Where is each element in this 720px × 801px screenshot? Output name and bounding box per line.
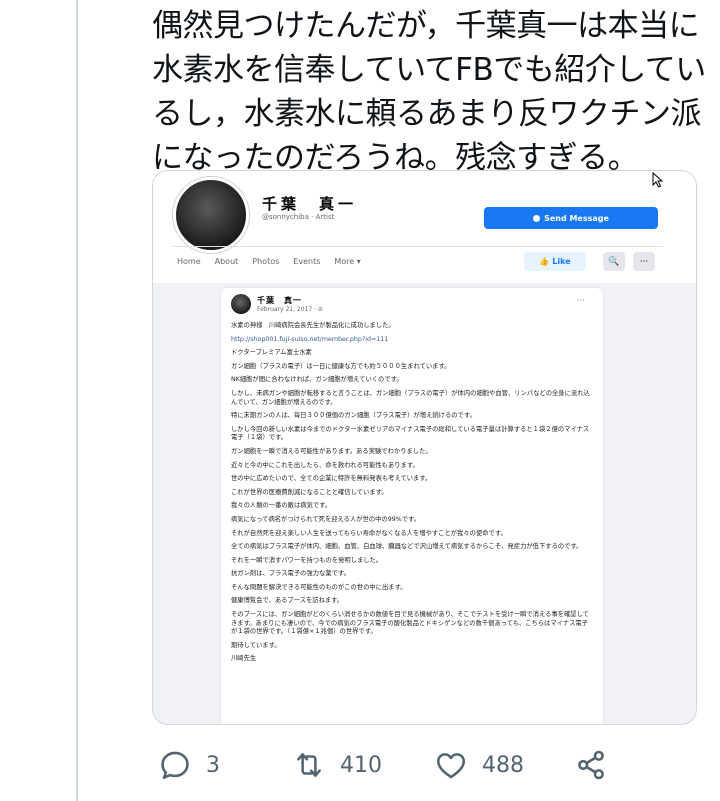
fb-page-nav: Home About Photos Events More ▾	[177, 257, 361, 266]
fb-search-button: 🔍	[603, 252, 625, 271]
post-paragraph: これが世界の医療費削減になることと確信しています。	[231, 488, 388, 496]
post-paragraph: ドクタープレミアム富士水素	[231, 349, 312, 357]
send-message-label: Send Message	[544, 213, 609, 223]
mouse-cursor-icon	[652, 172, 664, 188]
search-icon: 🔍	[608, 256, 620, 267]
thread-line	[76, 0, 78, 801]
post-paragraph: ガン細胞を一瞬で消える可能性があります。ある実験でわかりました。	[231, 447, 432, 455]
send-message-button: Send Message	[484, 207, 658, 229]
fb-like-label: Like	[552, 257, 571, 266]
share-button[interactable]	[574, 740, 608, 790]
fb-nav-events: Events	[293, 257, 321, 266]
post-more-icon: ···	[577, 296, 585, 305]
fb-post: 千葉 真一 February 21, 2017 · ⊘ ··· 水素の神様 川崎…	[221, 288, 603, 724]
post-paragraph: 水素の神様 川崎病院会長先生が製品化に成功しました。	[231, 322, 395, 329]
fb-like-button: 👍 Like	[524, 252, 586, 271]
post-author-avatar	[231, 294, 251, 314]
more-dots-icon: ···	[639, 256, 649, 267]
post-paragraph: 全ての病気はプラス電子が体内、細胞、血管、白血球、臓器などで沢山増えて病気するか…	[231, 543, 583, 551]
post-paragraph: NK細胞が間に合わなければ、ガン細胞が増えていくのです。	[231, 376, 403, 384]
fb-nav-about: About	[214, 257, 239, 266]
post-paragraph: 健康博覧会で、あるブースを訪ねます。	[231, 597, 344, 605]
retweet-icon	[297, 753, 321, 777]
post-paragraph: ガン細胞（プラスの電子）は一日に健康な方でも約５０００生まれています。	[231, 362, 451, 370]
post-paragraph: 期待しています。	[231, 641, 281, 649]
fb-page-header: 千葉 真一 @sonnychiba · Artist Send Message …	[153, 171, 696, 283]
share-icon	[578, 750, 604, 780]
reply-button[interactable]: 3	[158, 740, 220, 790]
post-paragraph: しかし、未病ガンや細胞が転移すると言うことは、ガン細胞（プラスの電子）が体内の細…	[231, 389, 590, 406]
reply-icon	[161, 751, 189, 780]
retweet-count: 410	[340, 752, 382, 778]
post-author-name: 千葉 真一	[257, 296, 302, 305]
post-paragraph: そんな問題を解決できる可能性のものがこの世の中に出ます。	[231, 583, 407, 591]
retweet-button[interactable]: 410	[292, 740, 382, 790]
fb-page-subtitle: @sonnychiba · Artist	[262, 213, 335, 221]
post-paragraph: 病気になって病名がつけられて死を迎える人が世の中の99%です。	[231, 515, 420, 523]
reply-count: 3	[206, 752, 220, 778]
post-body: 水素の神様 川崎病院会長先生が製品化に成功しました。 http://shop00…	[231, 322, 591, 669]
tweet-text: 偶然見つけたんだが，千葉真一は本当に 水素水を信奉していてFBでも紹介してい る…	[152, 8, 706, 176]
post-paragraph: 我々の人類の一番の敵は病気です。	[231, 502, 332, 510]
post-paragraph: そのブースには、ガン細胞がどのくらい消せるかの数値を目で見る機械があり、そこでテ…	[231, 611, 589, 636]
post-paragraph: 近々と今の中にこれを出したら、命を救われる可能性もあります。	[231, 461, 419, 469]
post-paragraph: 川崎先生	[231, 655, 257, 663]
fb-more-button: ···	[633, 252, 655, 271]
fb-nav-home: Home	[177, 257, 201, 266]
like-count: 488	[482, 752, 524, 778]
thumbs-up-icon: 👍	[539, 257, 550, 266]
post-paragraph: 特に末期ガンの人は、毎日３００億個のガン細胞（プラス電子）が増え続けるのです。	[231, 412, 476, 420]
fb-nav-more: More ▾	[334, 257, 361, 266]
fb-profile-avatar	[173, 177, 249, 253]
post-paragraph: 抗ガン剤は、プラス電子の強力な薬です。	[231, 570, 350, 578]
post-date: February 21, 2017 · ⊘	[257, 306, 323, 313]
heart-icon	[436, 753, 466, 779]
fb-page-name: 千葉 真一	[262, 195, 358, 213]
tweet-actions: 3 410 488	[152, 740, 712, 790]
post-paragraph: 世の中に広めたいので、全ての企業に特許を無料発表も考えています。	[231, 475, 432, 483]
messenger-icon	[533, 214, 541, 222]
post-paragraph: しかし今回の新しい水素は今までのドクター水素ゼリアのマイナス電子の総和している電…	[231, 425, 590, 442]
post-link: http://shop001.fuji-suiso.net/member.php…	[231, 335, 389, 343]
like-button[interactable]: 488	[434, 740, 524, 790]
tweet-media-screenshot[interactable]: 千葉 真一 @sonnychiba · Artist Send Message …	[152, 170, 697, 725]
post-paragraph: それが自然死を迎え楽しい人生を送ってもらい寿命がなくなる人を増やすことが我々の使…	[231, 529, 507, 537]
post-paragraph: それを一瞬で消すパワーを持つものを発明しました。	[231, 556, 383, 564]
fb-divider	[173, 246, 663, 247]
fb-nav-photos: Photos	[252, 257, 280, 266]
